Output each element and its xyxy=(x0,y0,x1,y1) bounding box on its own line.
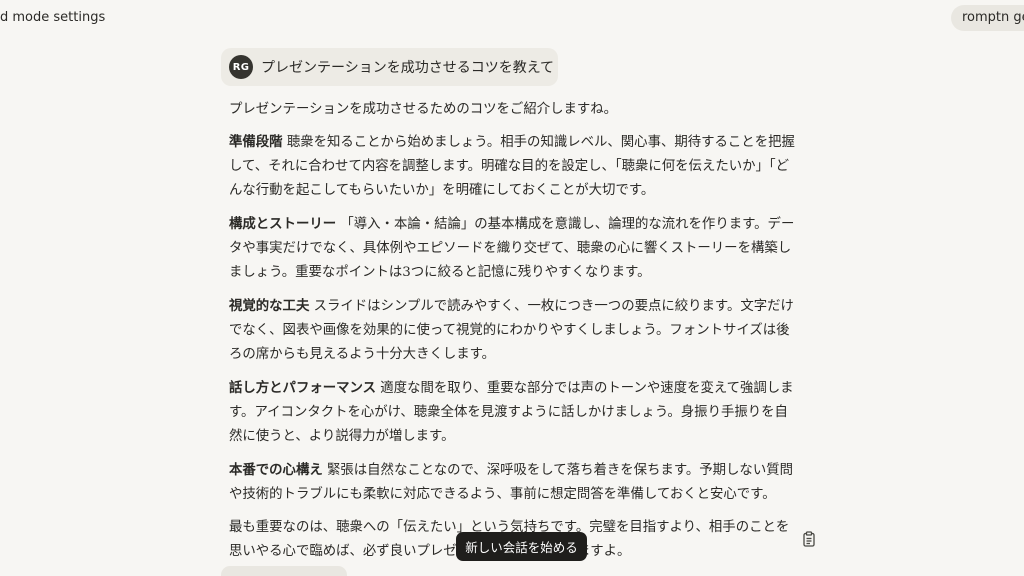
section-title: 構成とストーリー xyxy=(229,216,337,232)
response-section: 視覚的な工夫 スライドはシンプルで読みやすく、一枚につき一つの要点に絞ります。文… xyxy=(229,294,795,367)
section-title: 準備段階 xyxy=(229,134,283,150)
user-message: RG プレゼンテーションを成功させるコツを教えて xyxy=(221,48,558,86)
header-pill-button[interactable]: romptn gen xyxy=(951,5,1024,31)
user-message-text: プレゼンテーションを成功させるコツを教えて xyxy=(261,60,555,76)
chat-page: d mode settings romptn gen RG プレゼンテーションを… xyxy=(0,0,1024,576)
assistant-response: プレゼンテーションを成功させるためのコツをご紹介しますね。 準備段階 聴衆を知る… xyxy=(229,98,795,573)
avatar: RG xyxy=(229,55,253,79)
section-title: 本番での心構え xyxy=(229,462,323,478)
response-section: 話し方とパフォーマンス 適度な間を取り、重要な部分では声のトーンや速度を変えて強… xyxy=(229,376,795,449)
response-intro: プレゼンテーションを成功させるためのコツをご紹介しますね。 xyxy=(229,102,618,117)
response-section: 準備段階 聴衆を知ることから始めましょう。相手の知識レベル、関心事、期待すること… xyxy=(229,130,795,203)
section-body: スライドはシンプルで読みやすく、一枚につき一つの要点に絞ります。文字だけでなく、… xyxy=(229,299,794,362)
mode-settings-link[interactable]: d mode settings xyxy=(0,10,105,25)
new-chat-button[interactable]: 新しい会話を始める xyxy=(456,532,587,561)
next-message-peek xyxy=(221,566,347,576)
response-section: 本番での心構え 緊張は自然なことなので、深呼吸をして落ち着きを保ちます。予期しな… xyxy=(229,458,795,507)
section-body: 聴衆を知ることから始めましょう。相手の知識レベル、関心事、期待することを把握して… xyxy=(229,135,795,198)
response-section: 構成とストーリー 「導入・本論・結論」の基本構成を意識し、論理的な流れを作ります… xyxy=(229,212,795,285)
copy-button[interactable] xyxy=(800,530,818,548)
section-title: 話し方とパフォーマンス xyxy=(229,380,377,396)
section-title: 視覚的な工夫 xyxy=(229,298,310,314)
clipboard-icon xyxy=(803,531,815,547)
